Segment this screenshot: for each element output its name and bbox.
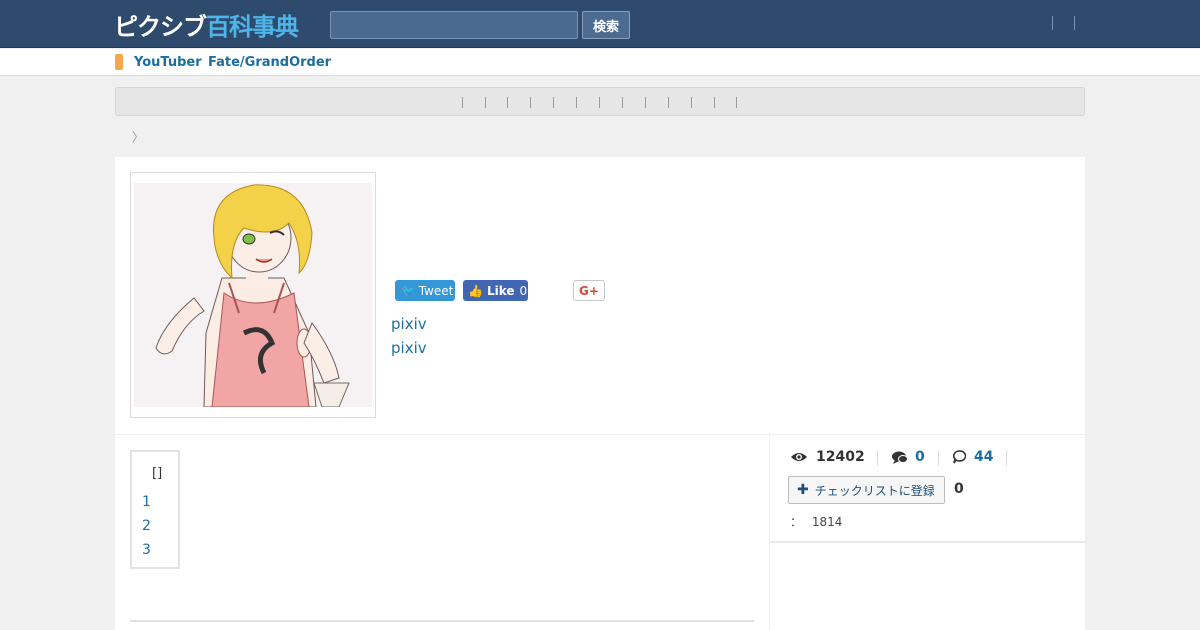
speech-bubble-icon xyxy=(952,450,966,464)
pixiv-link[interactable]: pixiv xyxy=(391,315,427,333)
nav-divider xyxy=(714,97,715,108)
nav-divider xyxy=(599,97,600,108)
site-header: ピクシブ 百科事典 検索 xyxy=(0,0,1200,48)
talk-count-value: 44 xyxy=(974,449,994,465)
add-to-checklist-button[interactable]: ✚ チェックリストに登録 xyxy=(788,476,945,504)
nav-divider xyxy=(622,97,623,108)
tweet-button[interactable]: 🐦 Tweet xyxy=(395,280,455,301)
nav-divider xyxy=(668,97,669,108)
toc-item[interactable]: 2 xyxy=(142,518,151,534)
view-count: 12402 xyxy=(790,449,865,465)
facebook-like-button[interactable]: 👍 Like 0 xyxy=(463,280,528,301)
category-nav xyxy=(115,87,1085,116)
table-of-contents: [] 1 2 3 xyxy=(130,450,180,569)
tag-link-fate-grandorder[interactable]: Fate/GrandOrder xyxy=(208,55,331,70)
google-plus-icon: G+ xyxy=(579,283,599,298)
toc-item[interactable]: 3 xyxy=(142,542,151,558)
article-sidebar: 12402 0 44 ✚ チェックリストに登録 0 ： 1814 xyxy=(770,435,1085,630)
article-thumbnail[interactable] xyxy=(130,172,376,418)
logo-dictionary-text: 百科事典 xyxy=(206,12,299,41)
nav-divider xyxy=(485,97,486,108)
nav-divider xyxy=(530,97,531,108)
article-header-card: 🐦 Tweet 👍 Like 0 G+ pixiv pixiv xyxy=(115,157,1085,434)
tag-marker-icon xyxy=(115,54,123,70)
header-divider xyxy=(1052,16,1053,30)
comment-count[interactable]: 0 xyxy=(892,449,925,465)
stat-divider xyxy=(1006,450,1007,466)
view-count-value: 12402 xyxy=(816,449,865,465)
illustration-image xyxy=(134,183,372,407)
toc-toggle[interactable]: [] xyxy=(152,466,162,481)
checklist-count: 0 xyxy=(954,481,964,497)
nav-divider xyxy=(553,97,554,108)
google-plus-button[interactable]: G+ xyxy=(573,280,605,301)
eye-icon xyxy=(791,453,807,461)
logo-pixiv-text: ピクシブ xyxy=(114,12,207,41)
twitter-bird-icon: 🐦 xyxy=(401,284,415,297)
nav-divider xyxy=(736,97,737,108)
plus-icon: ✚ xyxy=(797,482,809,498)
nav-divider xyxy=(462,97,463,108)
nav-divider xyxy=(576,97,577,108)
search-button[interactable]: 検索 xyxy=(582,11,630,39)
search-input[interactable] xyxy=(330,11,578,39)
toc-item[interactable]: 1 xyxy=(142,494,151,510)
checklist-label: チェックリストに登録 xyxy=(814,483,935,498)
meta-label: ： xyxy=(790,515,803,529)
tag-link-youtuber[interactable]: YouTuber xyxy=(134,55,202,70)
tweet-label: Tweet xyxy=(418,283,454,298)
stat-divider xyxy=(938,450,939,466)
anime-girl-illustration xyxy=(134,183,372,407)
tag-bar: YouTuber Fate/GrandOrder xyxy=(0,49,1200,76)
sidebar-divider xyxy=(770,541,1085,543)
section-divider xyxy=(130,620,754,622)
nav-divider xyxy=(691,97,692,108)
nav-divider xyxy=(645,97,646,108)
breadcrumb-separator: 〉 xyxy=(132,130,145,144)
comment-count-value: 0 xyxy=(915,449,925,465)
thumbs-up-icon: 👍 xyxy=(468,283,483,298)
pixiv-link[interactable]: pixiv xyxy=(391,339,427,357)
comments-icon xyxy=(892,451,908,464)
talk-count[interactable]: 44 xyxy=(952,449,993,465)
like-count: 0 xyxy=(519,283,528,298)
header-divider xyxy=(1074,16,1075,30)
site-logo[interactable]: ピクシブ 百科事典 xyxy=(114,8,299,41)
like-label: Like xyxy=(486,283,515,298)
nav-divider xyxy=(507,97,508,108)
meta-value: 1814 xyxy=(811,515,843,529)
article-body: [] 1 2 3 xyxy=(115,435,769,630)
stat-divider xyxy=(877,450,878,466)
meta-info: ： 1814 xyxy=(790,513,842,530)
